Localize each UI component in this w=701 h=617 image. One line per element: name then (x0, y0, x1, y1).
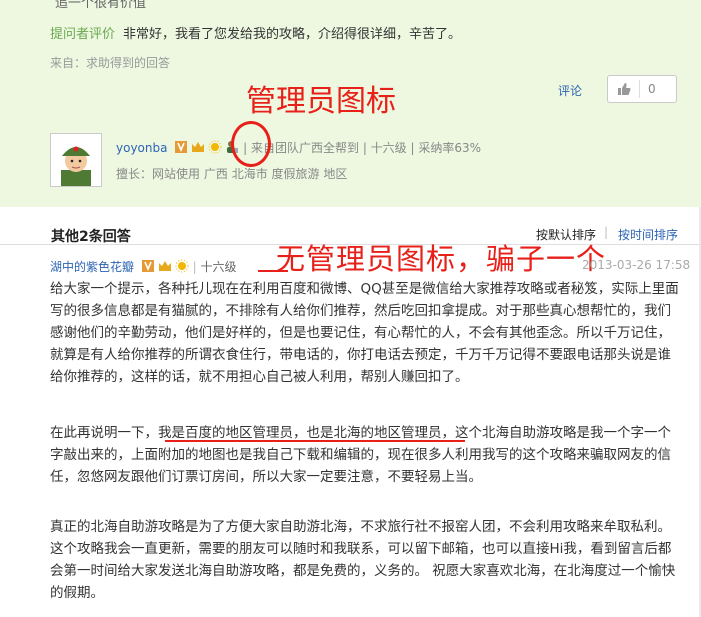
sun-icon (208, 140, 222, 154)
sort-time-link[interactable]: 按时间排序 (618, 226, 678, 243)
specialty-row: 擅长：网站使用 广西 北海市 度假旅游 地区 (116, 165, 347, 182)
answer-level: 十六级 (200, 260, 237, 274)
asker-tag: 提问者评价 (50, 27, 116, 42)
specialty-item[interactable]: 广西 (204, 167, 228, 181)
annotation-no-admin-icon: 无管理员图标，骗子一个 (276, 242, 607, 276)
annotation-underline (165, 440, 465, 442)
annotation-admin-icon: 管理员图标 (246, 84, 396, 119)
asker-comment-row: 提问者评价 非常好，我看了您发给我的攻略，介绍得很详细，辛苦了。 (50, 23, 461, 42)
best-username[interactable]: yoyonba (116, 141, 167, 155)
answer-paragraph: 真正的北海自助游攻略是为了方便大家自助游北海，不求旅行社不报窑人团，不会利用攻略… (50, 519, 676, 601)
asker-comment: 非常好，我看了您发给我的攻略，介绍得很详细，辛苦了。 (123, 27, 462, 42)
answer-user-row: 湖中的紫色花瓣 | 十六级 (50, 259, 237, 274)
best-user-row: yoyonba | 来自团队广西全帮到 | 十六级 | 采纳率63% (116, 140, 482, 155)
answer-paragraph: 给大家一个提示，各种托儿现在在利用百度和微博、QQ甚至是微信给大家推荐攻略或者秘… (50, 281, 679, 385)
comment-link[interactable]: 评论 (558, 82, 582, 99)
answer-date: 2013-03-26 17:58 (582, 258, 691, 272)
answer-username[interactable]: 湖中的紫色花瓣 (50, 260, 134, 274)
annotation-circle (231, 121, 271, 167)
specialty-item[interactable]: 度假旅游 (272, 167, 320, 181)
other-answers-title: 其他2条回答 (51, 229, 131, 245)
medal-icon (141, 260, 154, 272)
source-text: 来自：求助得到的回答 (50, 56, 171, 70)
specialty-item[interactable]: 北海市 (232, 167, 268, 181)
thumb-up-icon (618, 83, 631, 95)
answer-paragraph: 在此再说明一下，我是百度的地区管理员，也是北海的地区管理员，这个北海自助游攻略是… (50, 425, 671, 485)
cut-off-text: 追一个很有价值 (55, 0, 147, 11)
crown-icon (192, 142, 205, 152)
crown-icon (158, 261, 171, 271)
adopt-rate: 采纳率63% (418, 141, 482, 155)
like-count: 0 (648, 82, 656, 96)
specialty-label: 擅长： (116, 167, 153, 181)
sun-icon (175, 259, 189, 273)
specialty-item[interactable]: 网站使用 (152, 167, 200, 181)
specialty-item[interactable]: 地区 (323, 167, 347, 181)
like-button[interactable]: 0 (607, 75, 677, 103)
medal-icon (175, 141, 188, 153)
avatar-soldier[interactable] (50, 133, 102, 187)
best-level: 十六级 (370, 141, 407, 155)
like-divider (639, 80, 640, 98)
